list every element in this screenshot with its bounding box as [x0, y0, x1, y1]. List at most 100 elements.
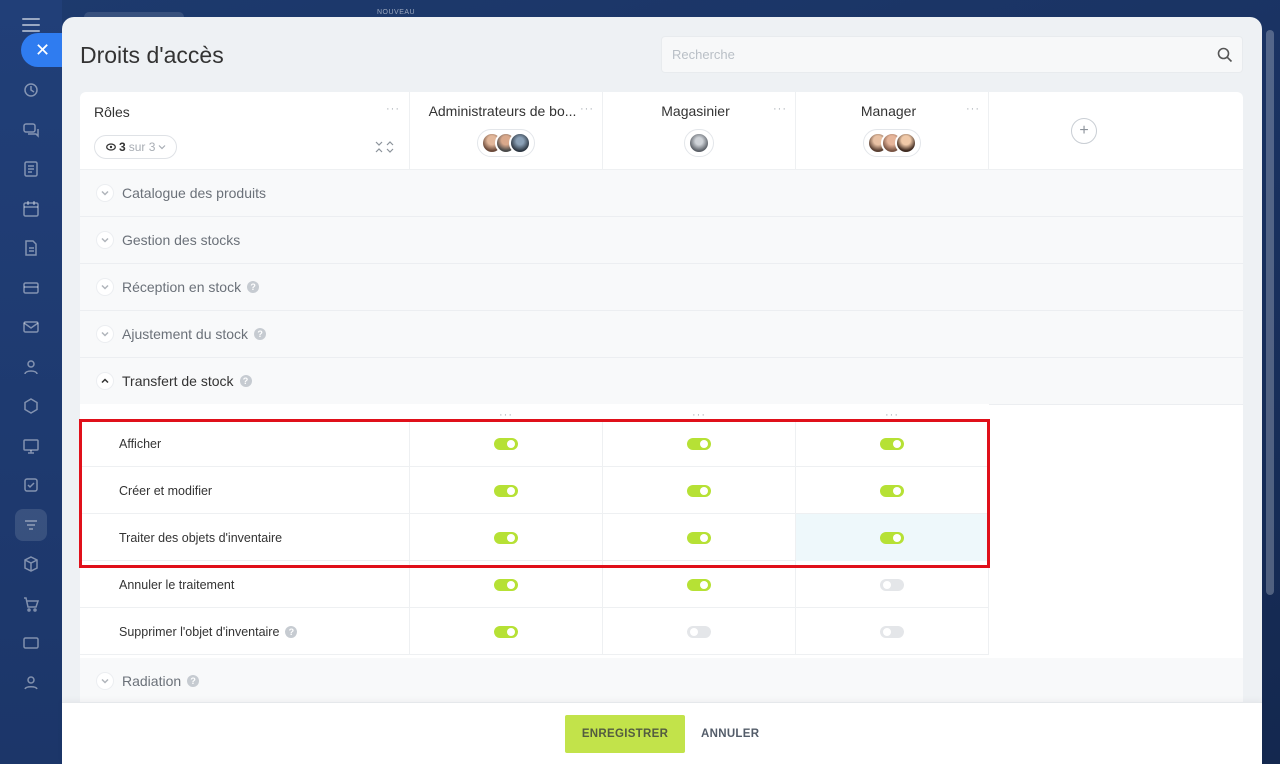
permission-cell: [603, 561, 796, 608]
contacts-icon[interactable]: [15, 351, 47, 383]
tasks-icon[interactable]: [15, 469, 47, 501]
terminal-icon[interactable]: [15, 627, 47, 659]
section-reception[interactable]: Réception en stock ?: [80, 264, 1243, 311]
permission-cell: [410, 561, 603, 608]
permission-label-text: Afficher: [119, 436, 162, 451]
menu-icon[interactable]: [22, 18, 40, 32]
section-ajustement[interactable]: Ajustement du stock ?: [80, 311, 1243, 358]
permission-label-text: Supprimer l'objet d'inventaire: [119, 624, 280, 639]
roles-label: Rôles: [94, 104, 130, 120]
section-transfert[interactable]: Transfert de stock ?: [80, 358, 1243, 405]
document-icon[interactable]: [15, 232, 47, 264]
chevron-down-icon[interactable]: [96, 325, 114, 343]
role-menu-icon[interactable]: ···: [580, 104, 594, 115]
visible-roles-selector[interactable]: 3 sur 3: [94, 135, 178, 159]
activity-icon[interactable]: [15, 74, 47, 106]
section-catalogue[interactable]: Catalogue des produits: [80, 170, 1243, 217]
permission-cell: [796, 420, 989, 467]
permission-toggle[interactable]: [687, 437, 711, 450]
permission-cell: [603, 467, 796, 514]
footer-bar: ENREGISTRER ANNULER: [62, 702, 1262, 764]
permission-toggle[interactable]: [880, 484, 904, 497]
role-avatars[interactable]: [477, 129, 535, 157]
permission-label-text: Traiter des objets d'inventaire: [119, 530, 283, 545]
permission-row-traiter: Traiter des objets d'inventaire: [80, 514, 989, 561]
section-label: Catalogue des produits: [122, 185, 266, 201]
cancel-button[interactable]: ANNULER: [693, 715, 767, 753]
help-icon[interactable]: ?: [187, 675, 200, 687]
permission-toggle[interactable]: [880, 437, 904, 450]
chevron-down-icon[interactable]: [96, 278, 114, 296]
avatar: [688, 132, 710, 154]
column-menu-icon[interactable]: ···: [885, 410, 899, 421]
page-scrollbar[interactable]: [1266, 30, 1274, 595]
add-role-button[interactable]: +: [1071, 118, 1097, 144]
people-icon[interactable]: [15, 667, 47, 699]
visible-count: 3: [119, 140, 126, 154]
chevron-down-icon[interactable]: [96, 184, 114, 202]
permission-toggle[interactable]: [880, 578, 904, 591]
save-button[interactable]: ENREGISTRER: [565, 715, 685, 753]
permission-toggle[interactable]: [880, 531, 904, 544]
box-icon[interactable]: [15, 548, 47, 580]
column-menu-icon[interactable]: ···: [499, 410, 513, 421]
roles-menu-icon[interactable]: ···: [386, 104, 400, 115]
permission-cell: [796, 467, 989, 514]
permission-toggle[interactable]: [880, 625, 904, 638]
hexagon-icon[interactable]: [15, 390, 47, 422]
board-icon[interactable]: [15, 430, 47, 462]
help-icon[interactable]: ?: [254, 328, 267, 340]
permission-toggle[interactable]: [494, 437, 518, 450]
section-radiation[interactable]: Radiation ?: [80, 658, 1243, 704]
permission-cell: [603, 608, 796, 655]
help-icon[interactable]: ?: [247, 281, 260, 293]
permission-toggle[interactable]: [494, 531, 518, 544]
permission-cell: [603, 420, 796, 467]
permission-cell: [796, 561, 989, 608]
permission-cell: [410, 514, 603, 561]
permission-toggle[interactable]: [494, 484, 518, 497]
role-avatars[interactable]: [863, 129, 921, 157]
role-menu-icon[interactable]: ···: [966, 104, 980, 115]
permission-toggle[interactable]: [687, 531, 711, 544]
role-name[interactable]: Manager: [796, 103, 989, 119]
card-icon[interactable]: [15, 272, 47, 304]
permission-toggle[interactable]: [687, 625, 711, 638]
role-name[interactable]: Administrateurs de bo...: [410, 103, 603, 119]
chevron-up-icon[interactable]: [96, 372, 114, 390]
calendar-icon[interactable]: [15, 193, 47, 225]
collapse-expand-icon[interactable]: [372, 139, 396, 155]
help-icon[interactable]: ?: [285, 625, 298, 638]
close-button[interactable]: ✕: [21, 33, 65, 67]
page-title: Droits d'accès: [80, 42, 224, 68]
search-input[interactable]: [662, 37, 1192, 72]
permission-toggle[interactable]: [687, 578, 711, 591]
role-avatars[interactable]: [684, 129, 714, 157]
roles-header-cell: Rôles ··· 3 sur 3: [80, 92, 410, 170]
permission-row-supprimer: Supprimer l'objet d'inventaire?: [80, 608, 989, 655]
permission-toggle[interactable]: [494, 578, 518, 591]
column-menu-icon[interactable]: ···: [692, 410, 706, 421]
filter-icon[interactable]: [15, 508, 47, 541]
section-gestion-stocks[interactable]: Gestion des stocks: [80, 217, 1243, 264]
permission-cell: [796, 514, 989, 561]
role-column-admins: Administrateurs de bo... ···: [410, 92, 603, 170]
role-name[interactable]: Magasinier: [603, 103, 796, 119]
chevron-down-icon[interactable]: [96, 231, 114, 249]
chat-icon[interactable]: [15, 114, 47, 146]
search-icon[interactable]: [1217, 47, 1233, 63]
chevron-down-icon[interactable]: [96, 672, 114, 690]
permission-toggle[interactable]: [494, 625, 518, 638]
avatar: [509, 132, 531, 154]
feed-icon[interactable]: [15, 153, 47, 185]
permission-label: Afficher: [80, 420, 410, 467]
cart-icon[interactable]: [15, 588, 47, 620]
count-suffix: sur 3: [128, 140, 156, 154]
eye-icon: [106, 143, 116, 151]
permission-toggle[interactable]: [687, 484, 711, 497]
permission-label: Créer et modifier: [80, 467, 410, 514]
help-icon[interactable]: ?: [239, 375, 252, 387]
chevron-down-icon: [158, 145, 166, 150]
mail-icon[interactable]: [15, 311, 47, 343]
role-menu-icon[interactable]: ···: [773, 104, 787, 115]
